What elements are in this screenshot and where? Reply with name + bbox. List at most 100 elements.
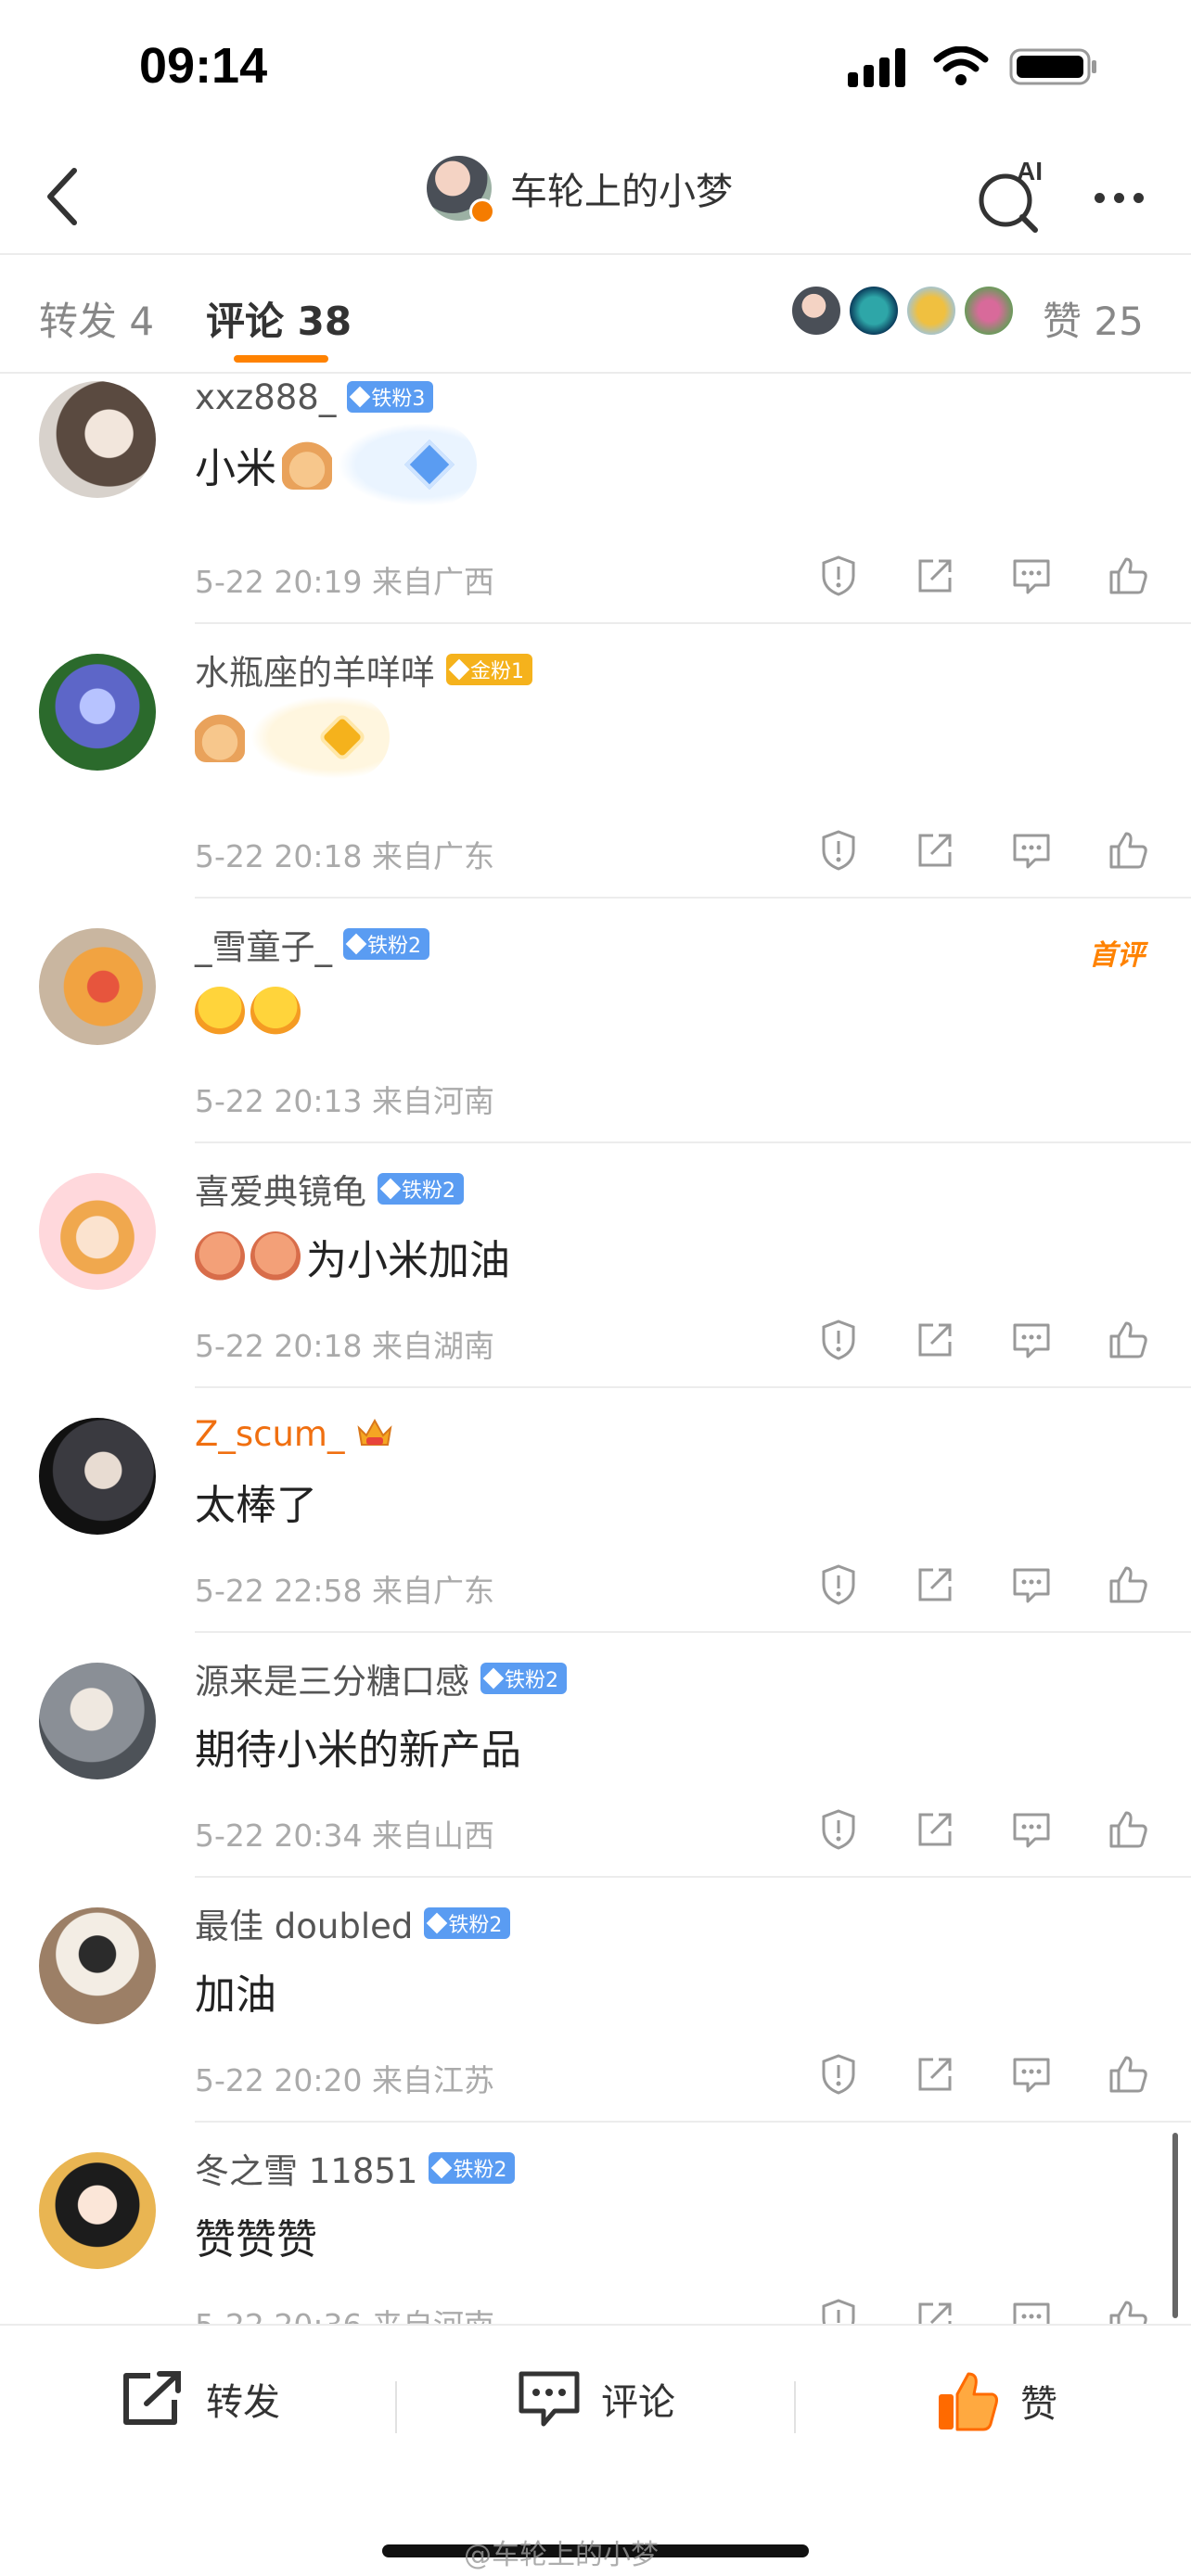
comment-list[interactable]: xxz888_ 铁粉3 小米 5-22 20:19 来自广西 水瓶座的羊咩咩 金… bbox=[0, 374, 1191, 2324]
comment-text-row: 期待小米的新产品 bbox=[195, 1718, 1191, 1774]
commenter-name[interactable]: _雪童子_ bbox=[195, 919, 332, 969]
commenter-name[interactable]: 水瓶座的羊咩咩 bbox=[195, 644, 435, 695]
comment-time: 5-22 20:19 bbox=[195, 564, 363, 600]
comment-item: 水瓶座的羊咩咩 金粉1 5-22 20:18 来自广东 bbox=[0, 624, 1191, 899]
commenter-name[interactable]: xxz888_ bbox=[195, 377, 336, 417]
dot-icon bbox=[1113, 192, 1124, 203]
author-avatar[interactable] bbox=[427, 156, 495, 224]
commenter-name[interactable]: Z_scum_ bbox=[195, 1414, 344, 1454]
first-comment-tag: 首评 bbox=[1089, 939, 1145, 972]
share-icon[interactable] bbox=[913, 2052, 957, 2097]
comment-actions bbox=[816, 828, 1150, 873]
thumb-emoji-icon bbox=[195, 712, 245, 762]
like-icon[interactable] bbox=[1106, 2052, 1150, 2097]
scrollbar[interactable] bbox=[1172, 2133, 1178, 2318]
reply-icon[interactable] bbox=[1009, 2297, 1054, 2324]
commenter-avatar[interactable] bbox=[39, 654, 156, 771]
reply-icon[interactable] bbox=[1009, 2052, 1054, 2097]
dot-icon bbox=[1133, 192, 1144, 203]
reply-icon[interactable] bbox=[1009, 1318, 1054, 1362]
comment-time: 5-22 20:20 bbox=[195, 2062, 363, 2098]
tab-repost[interactable]: 转发 4 bbox=[39, 290, 154, 347]
share-icon[interactable] bbox=[913, 828, 957, 873]
comment-location: 来自河南 bbox=[372, 1083, 494, 1119]
commenter-avatar[interactable] bbox=[39, 1907, 156, 2024]
laugh-emoji-icon bbox=[195, 987, 245, 1037]
reply-icon[interactable] bbox=[1009, 828, 1054, 873]
comment-time: 5-22 20:18 bbox=[195, 838, 363, 874]
tab-likes[interactable]: 赞 25 bbox=[1043, 290, 1144, 347]
tab-repost-label: 转发 bbox=[39, 299, 118, 344]
like-icon[interactable] bbox=[1106, 554, 1150, 598]
fan-badge: 铁粉2 bbox=[378, 1173, 464, 1205]
active-tab-indicator bbox=[234, 355, 328, 363]
like-icon[interactable] bbox=[1106, 1562, 1150, 1607]
commenter-avatar[interactable] bbox=[39, 381, 156, 498]
report-icon[interactable] bbox=[816, 1318, 861, 1362]
author-header[interactable]: 车轮上的小梦 bbox=[427, 156, 733, 224]
repost-icon bbox=[123, 2371, 181, 2425]
ai-search-icon[interactable]: AI bbox=[976, 159, 1050, 234]
comment-location: 来自湖南 bbox=[372, 1328, 494, 1364]
commenter-avatar[interactable] bbox=[39, 1173, 156, 1290]
commenter-avatar[interactable] bbox=[39, 1418, 156, 1535]
commenter-avatar[interactable] bbox=[39, 928, 156, 1045]
share-icon[interactable] bbox=[913, 554, 957, 598]
like-icon[interactable] bbox=[1106, 1318, 1150, 1362]
verified-icon bbox=[469, 198, 495, 224]
comment-actions bbox=[816, 2052, 1150, 2097]
reply-icon[interactable] bbox=[1009, 1562, 1054, 1607]
share-icon[interactable] bbox=[913, 1807, 957, 1852]
comment-text: 赞赞赞 bbox=[195, 2216, 317, 2264]
comment-button[interactable]: 评论 bbox=[518, 2370, 675, 2428]
report-icon[interactable] bbox=[816, 2297, 861, 2324]
comment-text-row bbox=[195, 695, 1191, 779]
commenter-avatar[interactable] bbox=[39, 2152, 156, 2269]
commenter-name[interactable]: 喜爱典镜龟 bbox=[195, 1164, 366, 1214]
comment-location: 来自广东 bbox=[372, 1573, 494, 1609]
comment-item: 源来是三分糖口感 铁粉2 期待小米的新产品 5-22 20:34 来自山西 bbox=[0, 1633, 1191, 1878]
comment-text-row: 赞赞赞 bbox=[195, 2208, 1191, 2264]
reply-icon[interactable] bbox=[1009, 1807, 1054, 1852]
comment-text-row: 太棒了 bbox=[195, 1473, 1191, 1529]
comment-location: 来自江苏 bbox=[372, 2062, 494, 2098]
report-icon[interactable] bbox=[816, 828, 861, 873]
comment-item: Z_scum_ 太棒了 5-22 22:58 来自广东 bbox=[0, 1388, 1191, 1633]
back-button[interactable] bbox=[26, 159, 100, 234]
like-filled-icon bbox=[939, 2372, 998, 2431]
more-button[interactable] bbox=[1082, 165, 1156, 230]
gold-icon bbox=[448, 658, 470, 681]
comment-text: 太棒了 bbox=[195, 1482, 317, 1529]
report-icon[interactable] bbox=[816, 1807, 861, 1852]
fan-badge: 铁粉2 bbox=[424, 1907, 511, 1939]
bottom-action-bar: 转发 评论 赞 @车轮上的小梦 bbox=[0, 2324, 1191, 2576]
comment-text-row: 加油 bbox=[195, 1963, 1191, 2019]
fan-badge: 铁粉2 bbox=[343, 928, 429, 960]
comment-meta: 5-22 20:18 来自广东 bbox=[195, 832, 494, 876]
comment-item: _雪童子_ 铁粉2 首评 5-22 20:13 来自河南 bbox=[0, 899, 1191, 1143]
repost-button[interactable]: 转发 bbox=[121, 2370, 280, 2428]
report-icon[interactable] bbox=[816, 1562, 861, 1607]
share-icon[interactable] bbox=[913, 1318, 957, 1362]
share-icon[interactable] bbox=[913, 1562, 957, 1607]
liker-avatars[interactable] bbox=[790, 285, 1015, 337]
comment-text: 小米 bbox=[195, 445, 276, 492]
tab-comment[interactable]: 评论 38 bbox=[206, 290, 352, 347]
like-icon[interactable] bbox=[1106, 2297, 1150, 2324]
comment-actions bbox=[816, 554, 1150, 598]
report-icon[interactable] bbox=[816, 2052, 861, 2097]
diamond-icon bbox=[345, 933, 367, 955]
commenter-name[interactable]: 最佳 doubled bbox=[195, 1898, 413, 1948]
page-title: 车轮上的小梦 bbox=[510, 171, 733, 213]
comment-time: 5-22 20:36 bbox=[195, 2307, 363, 2324]
share-icon[interactable] bbox=[913, 2297, 957, 2324]
comment-meta: 5-22 20:13 来自河南 bbox=[195, 1077, 494, 1121]
like-button[interactable]: 赞 bbox=[937, 2370, 1057, 2431]
commenter-name[interactable]: 冬之雪 11851 bbox=[195, 2143, 417, 2193]
reply-icon[interactable] bbox=[1009, 554, 1054, 598]
like-icon[interactable] bbox=[1106, 828, 1150, 873]
commenter-name[interactable]: 源来是三分糖口感 bbox=[195, 1653, 469, 1703]
report-icon[interactable] bbox=[816, 554, 861, 598]
commenter-avatar[interactable] bbox=[39, 1663, 156, 1779]
like-icon[interactable] bbox=[1106, 1807, 1150, 1852]
